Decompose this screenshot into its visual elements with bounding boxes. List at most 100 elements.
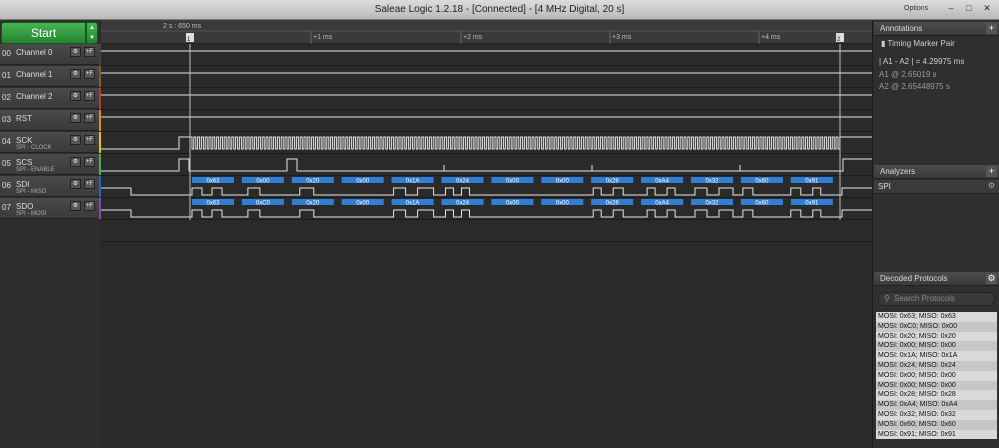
channel-flag-button[interactable]: +F bbox=[84, 91, 95, 101]
protocol-frame-label: 0x60 bbox=[755, 200, 769, 206]
channel-sub-label: SPI - ENABLE bbox=[16, 167, 55, 173]
channel-row[interactable]: 00 Channel 0 ⚙ +F bbox=[0, 44, 102, 65]
channel-name: Channel 2 bbox=[16, 92, 53, 101]
protocol-frame-label: 0x00 bbox=[356, 200, 370, 206]
marker-a1[interactable]: 1 bbox=[186, 33, 194, 43]
add-annotation-button[interactable]: + bbox=[986, 23, 997, 34]
channel-name: Channel 0 bbox=[16, 48, 53, 57]
channel-gear-icon[interactable]: ⚙ bbox=[70, 113, 81, 123]
protocol-frame-label: 0x60 bbox=[755, 178, 769, 184]
channel-sub-label: SPI - MISO bbox=[16, 189, 47, 195]
channel-row[interactable]: 04 SCK SPI - CLOCK ⚙ +F bbox=[0, 132, 102, 153]
marker-a2-time: A2 @ 2.65448975 s bbox=[879, 82, 950, 91]
protocol-frame-label: 0xA4 bbox=[655, 200, 669, 206]
timing-marker-pair[interactable]: ▮ Timing Marker Pair bbox=[881, 39, 955, 48]
window-title: Saleae Logic 1.2.18 - [Connected] - [4 M… bbox=[374, 4, 625, 15]
decoded-row[interactable]: MOSI: 0x1A; MISO: 0x1A bbox=[876, 351, 997, 361]
channel-number: 07 bbox=[2, 203, 11, 212]
protocol-frame-label: 0x91 bbox=[805, 178, 819, 184]
minimize-icon[interactable]: – bbox=[944, 2, 958, 14]
marker-pair-icon: ▮ bbox=[881, 39, 886, 48]
channel-flag-button[interactable]: +F bbox=[84, 113, 95, 123]
decoded-row[interactable]: MOSI: 0x60; MISO: 0x60 bbox=[876, 419, 997, 430]
sck-signal bbox=[101, 136, 872, 150]
channel-gear-icon[interactable]: ⚙ bbox=[70, 69, 81, 79]
maximize-icon[interactable]: □ bbox=[962, 2, 976, 14]
channel-name: RST bbox=[16, 114, 32, 123]
channel-flag-button[interactable]: +F bbox=[84, 69, 95, 79]
analyzer-gear-icon[interactable]: ⚙ bbox=[988, 181, 995, 190]
channel-gear-icon[interactable]: ⚙ bbox=[70, 157, 81, 167]
channel-row[interactable]: 02 Channel 2 ⚙ +F bbox=[0, 88, 102, 109]
analyzer-item-spi[interactable]: SPI ⚙ bbox=[874, 180, 999, 194]
channel-gear-icon[interactable]: ⚙ bbox=[70, 47, 81, 57]
decoded-row[interactable]: MOSI: 0x00; MISO: 0x00 bbox=[876, 380, 997, 391]
sdi-signal bbox=[101, 187, 872, 196]
channel-row[interactable]: 06 SDI SPI - MISO ⚙ +F bbox=[0, 176, 102, 197]
channel-flag-button[interactable]: +F bbox=[84, 201, 95, 211]
channel-row[interactable]: 01 Channel 1 ⚙ +F bbox=[0, 66, 102, 87]
protocol-frame-label: 0x32 bbox=[705, 178, 719, 184]
channel-name: SCK bbox=[16, 136, 33, 145]
channel-flag-button[interactable]: +F bbox=[84, 47, 95, 57]
decoded-settings-gear-icon[interactable]: ⚙ bbox=[986, 273, 997, 284]
decoded-row[interactable]: MOSI: 0x91; MISO: 0x91 bbox=[876, 429, 997, 440]
channel-gear-icon[interactable]: ⚙ bbox=[70, 135, 81, 145]
decoded-row[interactable]: MOSI: 0x32; MISO: 0x32 bbox=[876, 409, 997, 420]
channel-row[interactable]: 07 SDO SPI - MOSI ⚙ +F bbox=[0, 198, 102, 219]
protocol-frame-label: 0x00 bbox=[256, 178, 270, 184]
protocol-frame-label: 0x63 bbox=[206, 200, 220, 206]
marker-a2[interactable]: 2 bbox=[836, 33, 844, 43]
decoded-row[interactable]: MOSI: 0x63; MISO: 0x63 bbox=[876, 312, 997, 322]
ruler-tick-label: +3 ms bbox=[612, 34, 632, 41]
decoded-row[interactable]: MOSI: 0x24; MISO: 0x24 bbox=[876, 360, 997, 371]
protocol-frame-label: 0x1A bbox=[406, 178, 420, 184]
protocol-frame-label: 0x20 bbox=[306, 200, 320, 206]
decoded-protocols-list[interactable]: MOSI: 0x63; MISO: 0x63 MOSI: 0xC0; MISO: … bbox=[876, 312, 997, 440]
annotations-header: Annotations + bbox=[874, 22, 999, 36]
channel-flag-button[interactable]: +F bbox=[84, 135, 95, 145]
channel-flag-button[interactable]: +F bbox=[84, 157, 95, 167]
decoded-row[interactable]: MOSI: 0x00; MISO: 0x00 bbox=[876, 341, 997, 352]
delta-label: | A1 - A2 | bbox=[879, 57, 914, 66]
add-analyzer-button[interactable]: + bbox=[986, 166, 997, 177]
channel-gear-icon[interactable]: ⚙ bbox=[70, 201, 81, 211]
protocol-frame-label: 0xC0 bbox=[256, 200, 271, 206]
scs-signal bbox=[101, 158, 872, 172]
waveform-svg: 0x63 0x00 0x20 0x00 0x1A 0x24 0x00 0x00 0x28 0xA4… bbox=[101, 44, 872, 242]
decoded-row[interactable]: MOSI: 0x00; MISO: 0x00 bbox=[876, 370, 997, 381]
channel-number: 00 bbox=[2, 49, 11, 58]
decoded-row[interactable]: MOSI: 0x20; MISO: 0x20 bbox=[876, 331, 997, 342]
channel-gear-icon[interactable]: ⚙ bbox=[70, 91, 81, 101]
channel-row[interactable]: 03 RST ⚙ +F bbox=[0, 110, 102, 131]
search-icon: ⚲ bbox=[884, 294, 890, 303]
ruler-tick-label: +2 ms bbox=[463, 34, 483, 41]
decoded-title: Decoded Protocols bbox=[880, 274, 948, 283]
decoded-row[interactable]: MOSI: 0xA4; MISO: 0xA4 bbox=[876, 400, 997, 410]
start-button[interactable]: Start bbox=[1, 22, 86, 44]
protocol-frame-label: 0x91 bbox=[805, 200, 819, 206]
protocol-frame-label: 0x63 bbox=[206, 178, 220, 184]
channel-row[interactable]: 05 SCS SPI - ENABLE ⚙ +F bbox=[0, 154, 102, 175]
arrow-down-icon: ▼ bbox=[89, 35, 95, 41]
protocol-frame-label: 0x00 bbox=[556, 200, 570, 206]
delta-value: = 4.29975 ms bbox=[915, 57, 965, 66]
waveform-area[interactable]: 0x63 0x00 0x20 0x00 0x1A 0x24 0x00 0x00 0x28 0xA4… bbox=[101, 44, 872, 448]
channel-sub-label: SPI - CLOCK bbox=[16, 145, 52, 151]
decoded-row[interactable]: MOSI: 0xC0; MISO: 0x00 bbox=[876, 321, 997, 332]
decoded-row[interactable]: MOSI: 0x28; MISO: 0x28 bbox=[876, 390, 997, 401]
time-ruler[interactable]: 2 s : 650 ms +1 ms +2 ms +3 ms +4 ms 1 2 bbox=[101, 20, 872, 44]
ruler-svg: 2 s : 650 ms +1 ms +2 ms +3 ms +4 ms 1 2 bbox=[101, 23, 872, 44]
title-bar: Saleae Logic 1.2.18 - [Connected] - [4 M… bbox=[0, 0, 999, 20]
protocol-frame-label: 0x00 bbox=[356, 178, 370, 184]
start-options-button[interactable]: ▲ ▼ bbox=[86, 22, 98, 44]
arrow-up-icon: ▲ bbox=[89, 25, 95, 31]
search-placeholder: Search Protocols bbox=[894, 294, 955, 303]
marker-pair-label: Timing Marker Pair bbox=[887, 39, 955, 48]
close-icon[interactable]: ✕ bbox=[980, 2, 994, 14]
channel-gear-icon[interactable]: ⚙ bbox=[70, 179, 81, 189]
options-menu[interactable]: Options bbox=[904, 5, 928, 12]
ruler-tick-label: +4 ms bbox=[761, 34, 781, 41]
channel-flag-button[interactable]: +F bbox=[84, 179, 95, 189]
search-protocols-input[interactable]: ⚲ Search Protocols bbox=[878, 292, 995, 306]
